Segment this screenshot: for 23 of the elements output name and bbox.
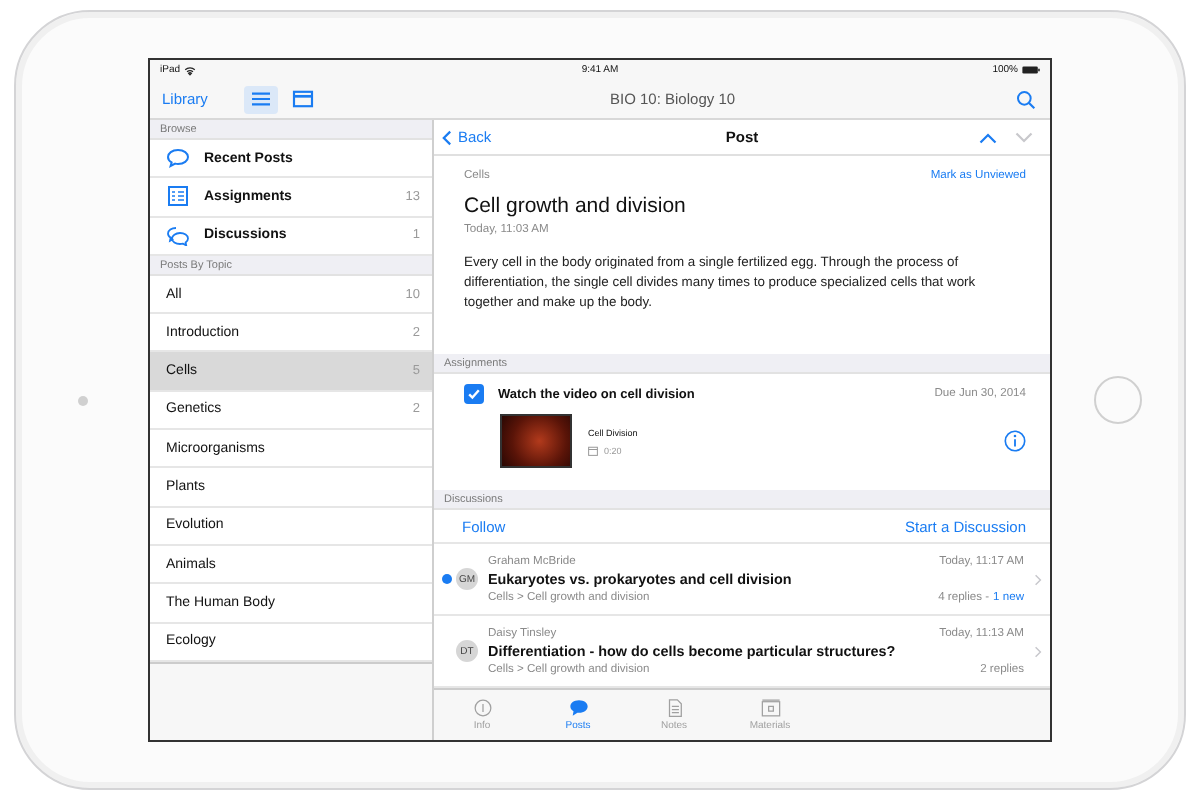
battery-icon (1022, 66, 1040, 74)
checkbox[interactable] (464, 384, 484, 404)
list-icon (249, 90, 272, 108)
info-icon (471, 698, 493, 718)
box-icon (759, 698, 781, 718)
document-icon (663, 698, 685, 718)
chevron-left-icon (442, 129, 452, 145)
post-heading: Cell growth and division (464, 194, 688, 218)
list-view-button[interactable] (243, 85, 278, 113)
speech-bubbles-icon (166, 225, 190, 246)
speech-bubble-icon (567, 698, 589, 718)
speech-bubble-icon (166, 148, 190, 169)
chevron-right-icon (1034, 645, 1042, 657)
info-icon[interactable] (1004, 430, 1026, 452)
camera-dot (77, 395, 87, 405)
window-icon (291, 90, 314, 108)
wifi-icon (184, 65, 197, 75)
chevron-right-icon (1034, 573, 1042, 585)
checklist-icon (166, 186, 190, 207)
calendar-icon (588, 445, 598, 455)
video-thumbnail-placeholder[interactable] (500, 414, 572, 468)
chevron-up-icon[interactable] (978, 131, 998, 143)
search-icon[interactable] (1016, 89, 1036, 109)
